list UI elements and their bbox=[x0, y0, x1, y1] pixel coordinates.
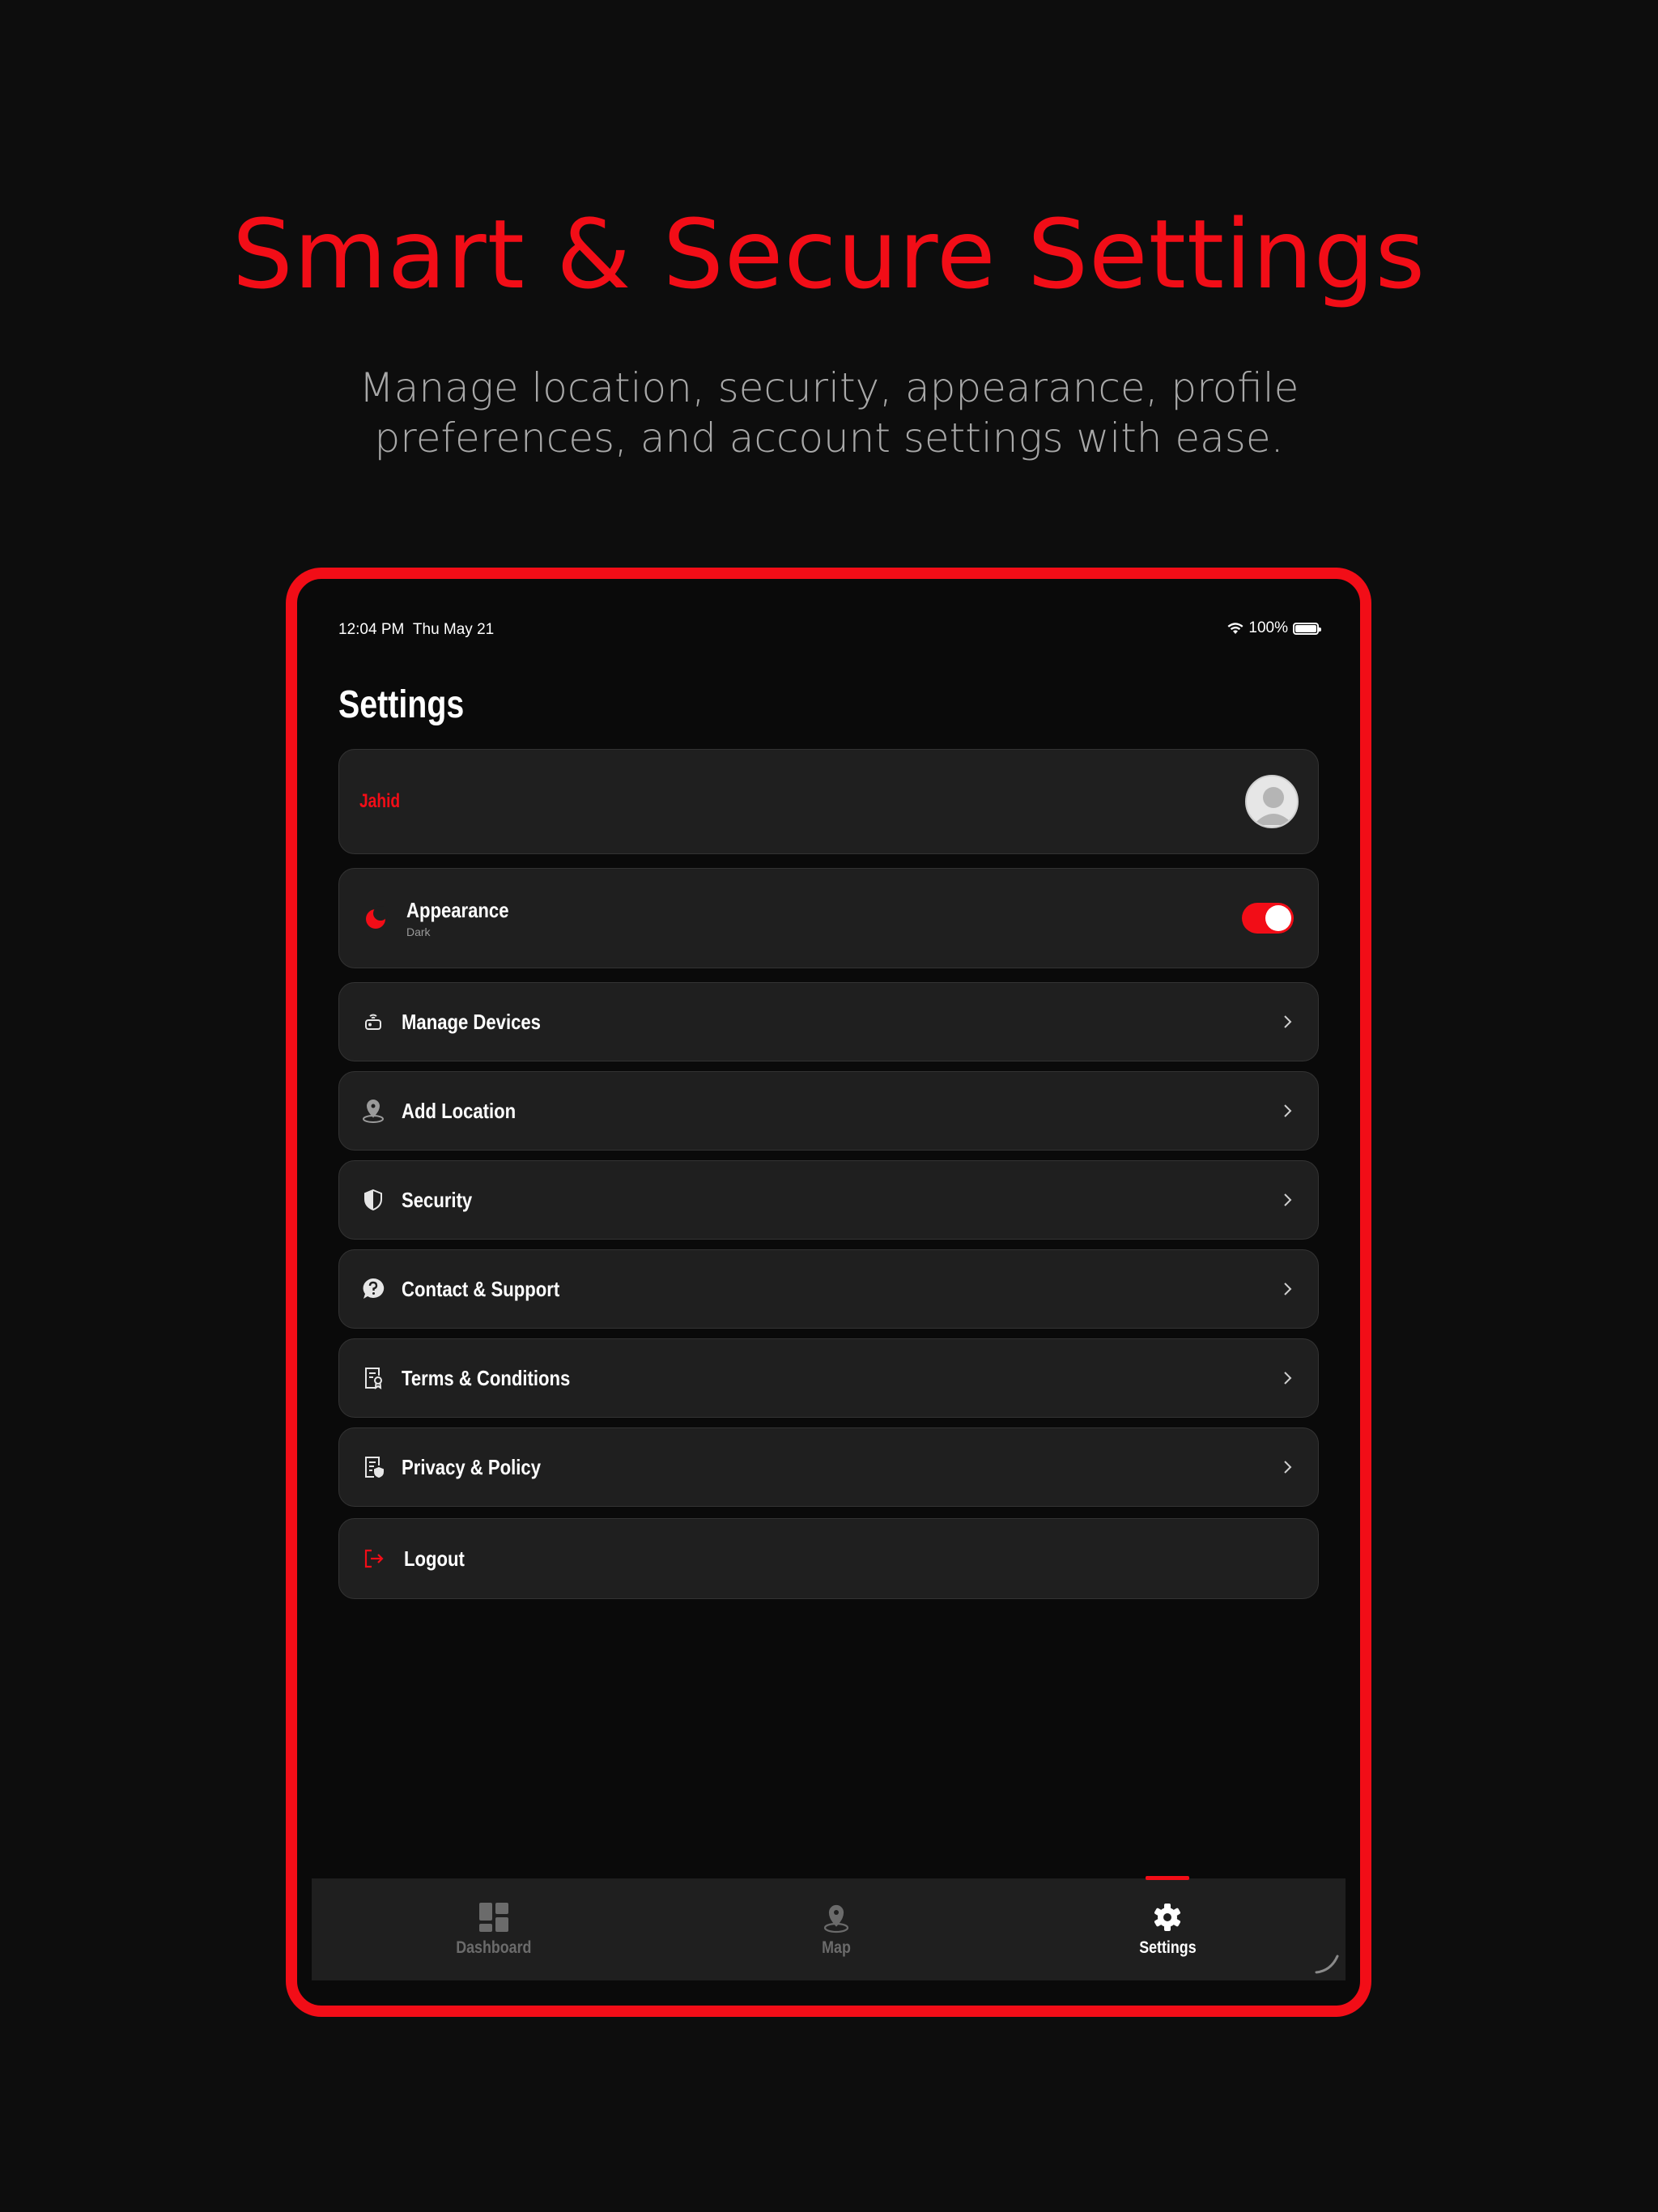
menu-row-privacy-policy[interactable]: Privacy & Policy bbox=[338, 1427, 1319, 1507]
chevron-right-icon bbox=[1284, 1193, 1292, 1206]
avatar[interactable] bbox=[1245, 775, 1299, 828]
tab-map[interactable]: Map bbox=[731, 1878, 942, 1980]
location-pin-icon bbox=[359, 1097, 387, 1125]
certificate-document-icon bbox=[359, 1364, 387, 1392]
profile-card[interactable]: Jahid bbox=[338, 749, 1319, 854]
battery-icon bbox=[1293, 622, 1321, 635]
tab-label: Dashboard bbox=[456, 1938, 532, 1957]
map-pin-icon bbox=[823, 1904, 849, 1933]
tablet-frame: 12:04 PM Thu May 21 100% Settings Jahid bbox=[286, 568, 1371, 2017]
appearance-card[interactable]: Appearance Dark bbox=[338, 868, 1319, 968]
page-title: Settings bbox=[338, 683, 465, 726]
menu-row-label: Contact & Support bbox=[402, 1276, 560, 1301]
tab-dashboard[interactable]: Dashboard bbox=[389, 1878, 599, 1980]
menu-row-manage-devices[interactable]: Manage Devices bbox=[338, 982, 1319, 1061]
logout-row[interactable]: Logout bbox=[338, 1518, 1319, 1599]
resize-corner-icon bbox=[1315, 1955, 1339, 1974]
menu-row-label: Terms & Conditions bbox=[402, 1365, 571, 1390]
appearance-toggle[interactable] bbox=[1242, 903, 1294, 934]
tab-label: Settings bbox=[1138, 1938, 1197, 1957]
chevron-right-icon bbox=[1284, 1104, 1292, 1117]
hero-title: Smart & Secure Settings bbox=[232, 198, 1426, 310]
logout-icon bbox=[359, 1545, 387, 1572]
appearance-label: Appearance bbox=[406, 898, 509, 922]
menu-row-terms-conditions[interactable]: Terms & Conditions bbox=[338, 1338, 1319, 1418]
status-right: 100% bbox=[1227, 619, 1321, 637]
menu-row-add-location[interactable]: Add Location bbox=[338, 1071, 1319, 1151]
chevron-right-icon bbox=[1284, 1372, 1292, 1385]
chevron-right-icon bbox=[1284, 1283, 1292, 1295]
chevron-right-icon bbox=[1284, 1015, 1292, 1028]
menu-row-label: Manage Devices bbox=[402, 1009, 541, 1034]
status-bar: 12:04 PM Thu May 21 100% bbox=[297, 579, 1360, 638]
tab-label: Map bbox=[822, 1938, 851, 1957]
battery-percent: 100% bbox=[1248, 619, 1288, 636]
gear-icon bbox=[1154, 1904, 1180, 1931]
chevron-right-icon bbox=[1284, 1461, 1292, 1474]
privacy-document-icon bbox=[359, 1453, 387, 1481]
wifi-icon bbox=[1227, 623, 1244, 634]
menu-row-label: Add Location bbox=[402, 1098, 517, 1123]
menu-row-label: Security bbox=[402, 1187, 473, 1212]
shield-icon bbox=[359, 1186, 387, 1214]
dashboard-icon bbox=[479, 1903, 508, 1932]
menu-row-security[interactable]: Security bbox=[338, 1160, 1319, 1240]
hero-subtitle: Manage location, security, appearance, p… bbox=[359, 364, 1299, 462]
tab-bar: Dashboard Map Settings bbox=[312, 1876, 1346, 1980]
router-icon bbox=[359, 1008, 387, 1036]
help-chat-icon bbox=[359, 1275, 387, 1303]
moon-icon bbox=[362, 904, 389, 932]
status-time: 12:04 PM Thu May 21 bbox=[338, 621, 495, 638]
menu-row-label: Privacy & Policy bbox=[402, 1454, 541, 1479]
menu-row-contact-support[interactable]: Contact & Support bbox=[338, 1249, 1319, 1329]
appearance-value: Dark bbox=[406, 925, 431, 938]
tab-settings[interactable]: Settings bbox=[1062, 1878, 1273, 1980]
user-avatar-icon bbox=[1253, 787, 1294, 825]
profile-name: Jahid bbox=[359, 790, 401, 812]
logout-label: Logout bbox=[404, 1546, 465, 1571]
